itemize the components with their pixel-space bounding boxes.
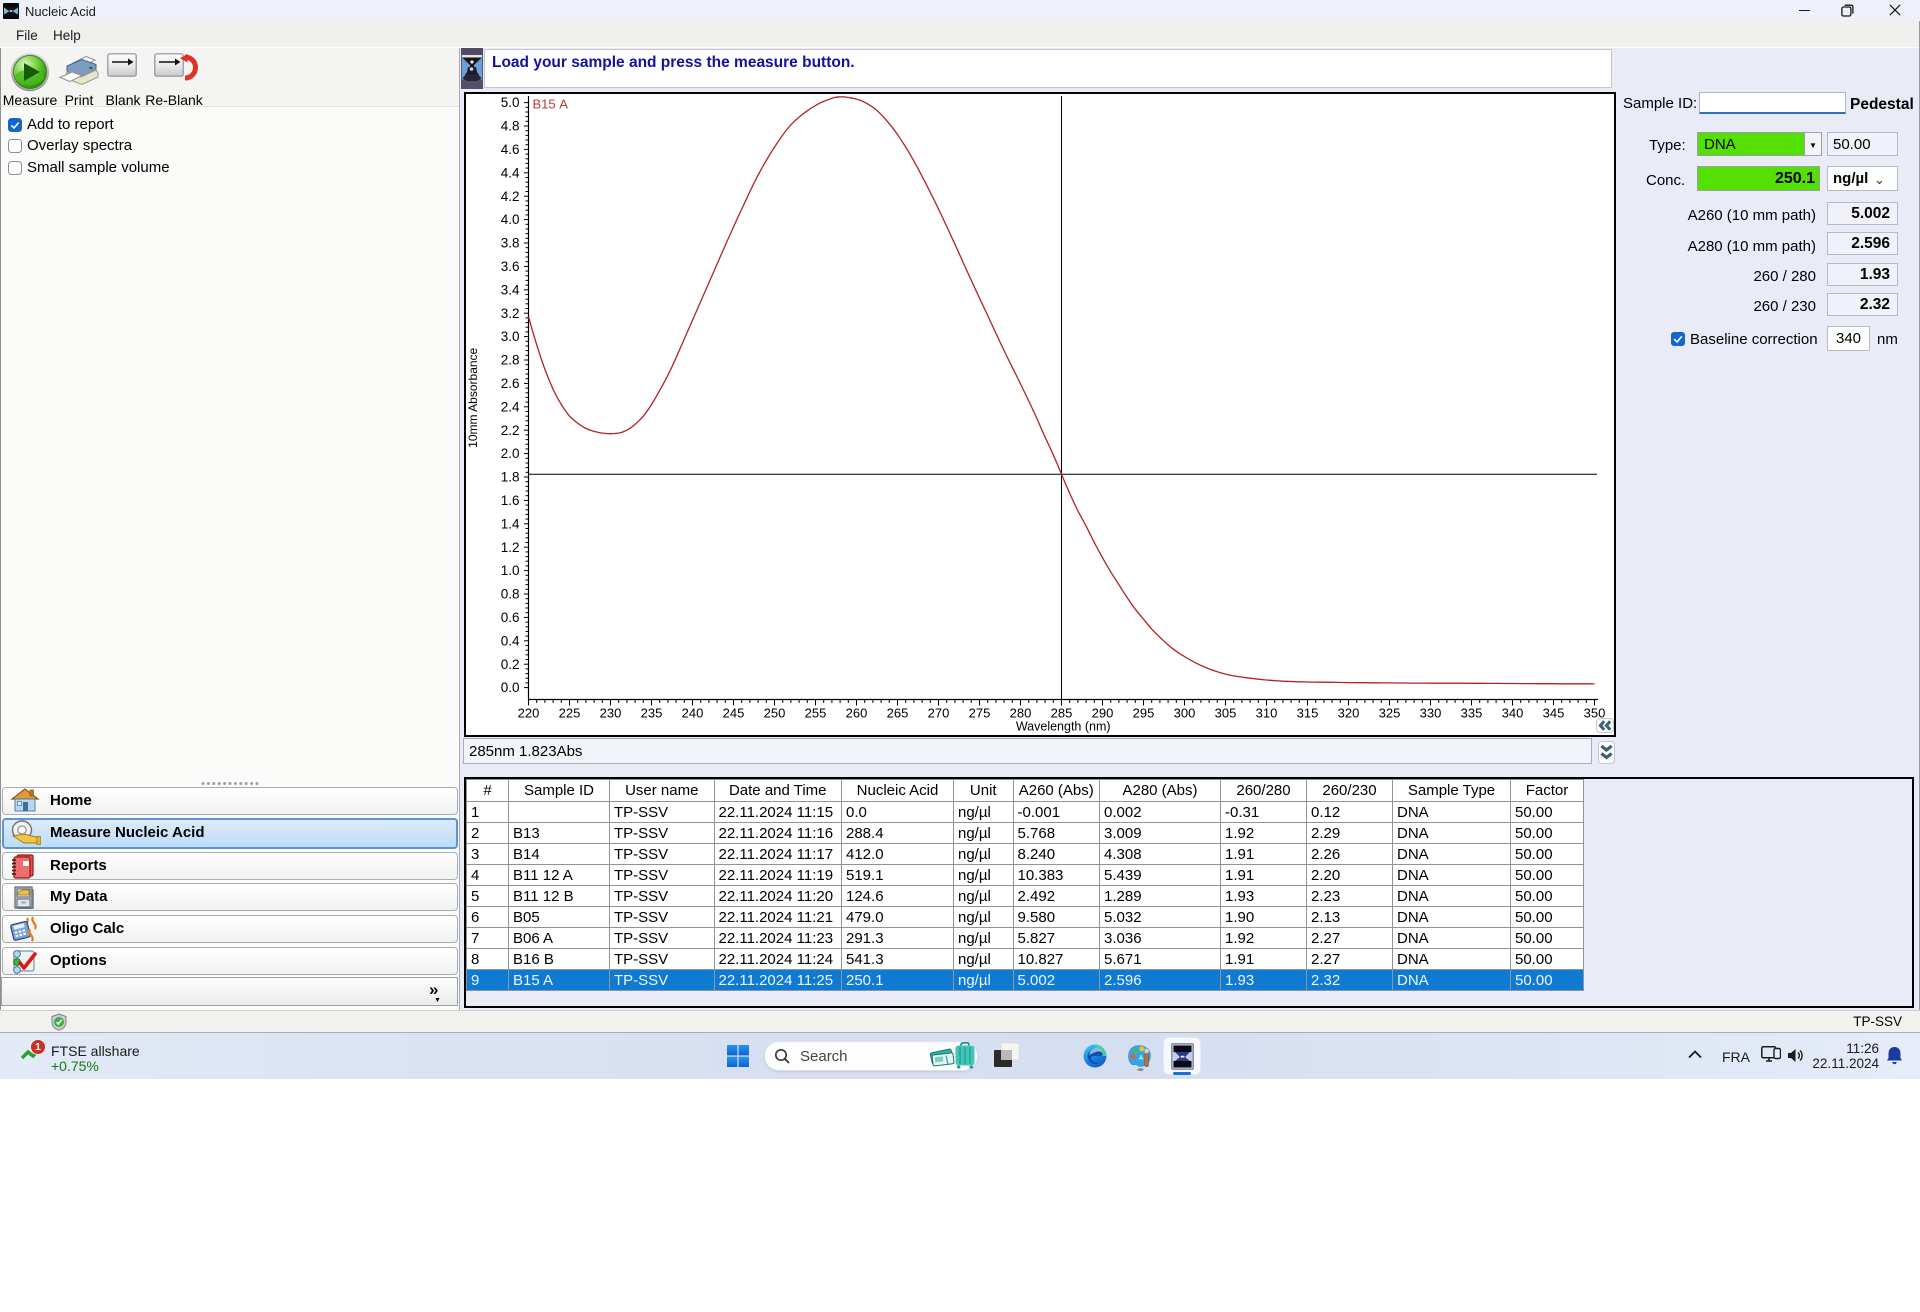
svg-text:315: 315 bbox=[1297, 706, 1319, 721]
svg-text:3.0: 3.0 bbox=[501, 329, 520, 344]
svg-text:320: 320 bbox=[1338, 706, 1360, 721]
svg-text:2.8: 2.8 bbox=[501, 353, 520, 368]
svg-text:4.4: 4.4 bbox=[501, 165, 520, 180]
svg-text:305: 305 bbox=[1215, 706, 1237, 721]
svg-text:10mm Absorbance: 10mm Absorbance bbox=[466, 347, 480, 447]
svg-text:4.6: 4.6 bbox=[501, 142, 520, 157]
svg-text:2.6: 2.6 bbox=[501, 376, 520, 391]
svg-text:4.8: 4.8 bbox=[501, 119, 520, 134]
svg-text:0.8: 0.8 bbox=[501, 587, 520, 602]
svg-text:3.4: 3.4 bbox=[501, 282, 520, 297]
svg-text:5.0: 5.0 bbox=[501, 95, 520, 110]
svg-text:330: 330 bbox=[1420, 706, 1442, 721]
svg-text:290: 290 bbox=[1092, 706, 1114, 721]
svg-text:1.2: 1.2 bbox=[501, 540, 520, 555]
svg-text:325: 325 bbox=[1379, 706, 1401, 721]
svg-text:220: 220 bbox=[518, 706, 540, 721]
svg-text:3.6: 3.6 bbox=[501, 259, 520, 274]
svg-text:1.8: 1.8 bbox=[501, 470, 520, 485]
svg-text:340: 340 bbox=[1502, 706, 1524, 721]
svg-text:300: 300 bbox=[1174, 706, 1196, 721]
svg-text:1.6: 1.6 bbox=[501, 493, 520, 508]
svg-text:240: 240 bbox=[682, 706, 704, 721]
svg-text:345: 345 bbox=[1543, 706, 1565, 721]
svg-text:335: 335 bbox=[1461, 706, 1483, 721]
svg-text:2.4: 2.4 bbox=[501, 399, 520, 414]
svg-text:260: 260 bbox=[846, 706, 868, 721]
svg-text:310: 310 bbox=[1256, 706, 1278, 721]
svg-text:B15 A: B15 A bbox=[533, 97, 569, 112]
svg-text:280: 280 bbox=[1010, 706, 1032, 721]
svg-text:0.6: 0.6 bbox=[501, 610, 520, 625]
svg-text:1.4: 1.4 bbox=[501, 516, 520, 531]
svg-text:0.2: 0.2 bbox=[501, 657, 520, 672]
svg-text:4.0: 4.0 bbox=[501, 212, 520, 227]
svg-text:225: 225 bbox=[559, 706, 581, 721]
svg-text:235: 235 bbox=[641, 706, 663, 721]
svg-text:3.8: 3.8 bbox=[501, 236, 520, 251]
svg-text:285: 285 bbox=[1051, 706, 1073, 721]
svg-text:245: 245 bbox=[723, 706, 745, 721]
svg-text:4.2: 4.2 bbox=[501, 189, 520, 204]
svg-text:230: 230 bbox=[600, 706, 622, 721]
svg-text:270: 270 bbox=[928, 706, 950, 721]
svg-text:255: 255 bbox=[805, 706, 827, 721]
svg-text:0.4: 0.4 bbox=[501, 633, 520, 648]
svg-text:2.2: 2.2 bbox=[501, 423, 520, 438]
svg-text:3.2: 3.2 bbox=[501, 306, 520, 321]
svg-text:2.0: 2.0 bbox=[501, 446, 520, 461]
svg-text:250: 250 bbox=[764, 706, 786, 721]
svg-text:1.0: 1.0 bbox=[501, 563, 520, 578]
svg-text:265: 265 bbox=[887, 706, 909, 721]
svg-text:Wavelength (nm): Wavelength (nm) bbox=[1016, 720, 1111, 734]
svg-text:295: 295 bbox=[1133, 706, 1155, 721]
svg-text:0.0: 0.0 bbox=[501, 680, 520, 695]
svg-text:275: 275 bbox=[969, 706, 991, 721]
